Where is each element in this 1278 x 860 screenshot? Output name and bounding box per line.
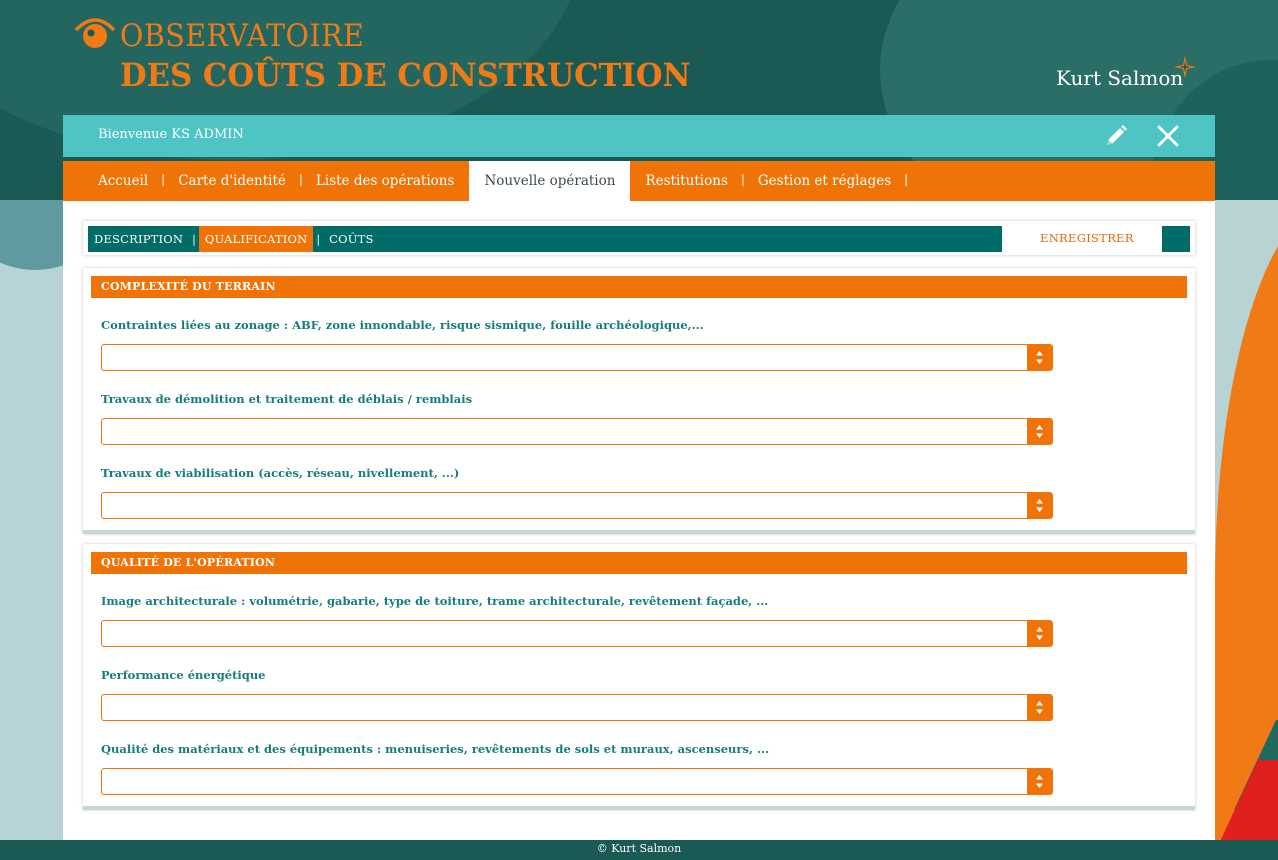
nav-item-liste-operations[interactable]: Liste des opérations xyxy=(301,161,471,201)
logo-title-line2: DES COÛTS DE CONSTRUCTION xyxy=(120,56,691,94)
save-square-button[interactable] xyxy=(1162,226,1190,252)
section-title: QUALITÉ DE L'OPÉRATION xyxy=(91,552,1187,574)
site-logo[interactable]: OBSERVATOIRE DES COÛTS DE CONSTRUCTION xyxy=(74,14,691,94)
field-label: Travaux de démolition et traitement de d… xyxy=(101,392,473,406)
field-label: Image architecturale : volumétrie, gabar… xyxy=(101,594,769,608)
welcome-text: Bienvenue KS ADMIN xyxy=(98,127,244,142)
select-arrows-icon xyxy=(1027,345,1052,370)
select-viabilisation[interactable] xyxy=(101,492,1053,519)
eye-logo-icon xyxy=(74,18,116,48)
tab-description[interactable]: DESCRIPTION xyxy=(88,226,189,252)
nav-item-gestion-reglages[interactable]: Gestion et réglages xyxy=(743,161,909,201)
logo-title-line1: OBSERVATOIRE xyxy=(120,18,365,54)
nav-item-carte-identite[interactable]: Carte d'identité xyxy=(163,161,302,201)
field-label: Qualité des matériaux et des équipements… xyxy=(101,742,769,756)
select-arrows-icon xyxy=(1027,493,1052,518)
main-content: DESCRIPTION | QUALIFICATION | COÛTS ENRE… xyxy=(63,201,1215,840)
star-logo-icon xyxy=(1174,56,1196,78)
select-arrows-icon xyxy=(1027,695,1052,720)
footer: © Kurt Salmon xyxy=(0,840,1278,860)
select-image-architecturale[interactable] xyxy=(101,620,1053,647)
right-background xyxy=(1215,200,1278,840)
nav-item-restitutions[interactable]: Restitutions xyxy=(630,161,745,201)
pencil-icon[interactable] xyxy=(1103,123,1129,149)
brand-logo: Kurt Salmon xyxy=(1056,56,1206,96)
select-arrows-icon xyxy=(1027,419,1052,444)
tab-separator: | xyxy=(192,232,196,246)
select-demolition[interactable] xyxy=(101,418,1053,445)
select-arrows-icon xyxy=(1027,769,1052,794)
nav-item-accueil[interactable]: Accueil xyxy=(83,161,165,201)
section-terrain: COMPLEXITÉ DU TERRAIN Contraintes liées … xyxy=(83,268,1195,534)
sub-tabs: DESCRIPTION | QUALIFICATION | COÛTS xyxy=(88,226,1002,252)
select-materiaux[interactable] xyxy=(101,768,1053,795)
left-background xyxy=(0,200,63,840)
section-qualite: QUALITÉ DE L'OPÉRATION Image architectur… xyxy=(83,544,1195,810)
field-label: Contraintes liées au zonage : ABF, zone … xyxy=(101,318,704,332)
tab-couts[interactable]: COÛTS xyxy=(323,226,379,252)
select-arrows-icon xyxy=(1027,621,1052,646)
brand-name: Kurt Salmon xyxy=(1056,66,1184,90)
select-performance-energetique[interactable] xyxy=(101,694,1053,721)
select-zonage[interactable] xyxy=(101,344,1053,371)
sub-navigation-bar: DESCRIPTION | QUALIFICATION | COÛTS ENRE… xyxy=(83,221,1195,255)
welcome-bar: Bienvenue KS ADMIN xyxy=(63,115,1215,157)
save-button[interactable]: ENREGISTRER xyxy=(1040,231,1134,245)
close-icon[interactable] xyxy=(1155,123,1181,149)
nav-item-nouvelle-operation[interactable]: Nouvelle opération xyxy=(469,161,631,201)
tab-separator: | xyxy=(316,232,321,246)
field-label: Performance énergétique xyxy=(101,668,266,682)
section-title: COMPLEXITÉ DU TERRAIN xyxy=(91,276,1187,298)
main-navigation: Accueil Carte d'identité Liste des opéra… xyxy=(63,161,1215,201)
field-label: Travaux de viabilisation (accès, réseau,… xyxy=(101,466,460,480)
tab-qualification[interactable]: QUALIFICATION xyxy=(198,226,314,252)
